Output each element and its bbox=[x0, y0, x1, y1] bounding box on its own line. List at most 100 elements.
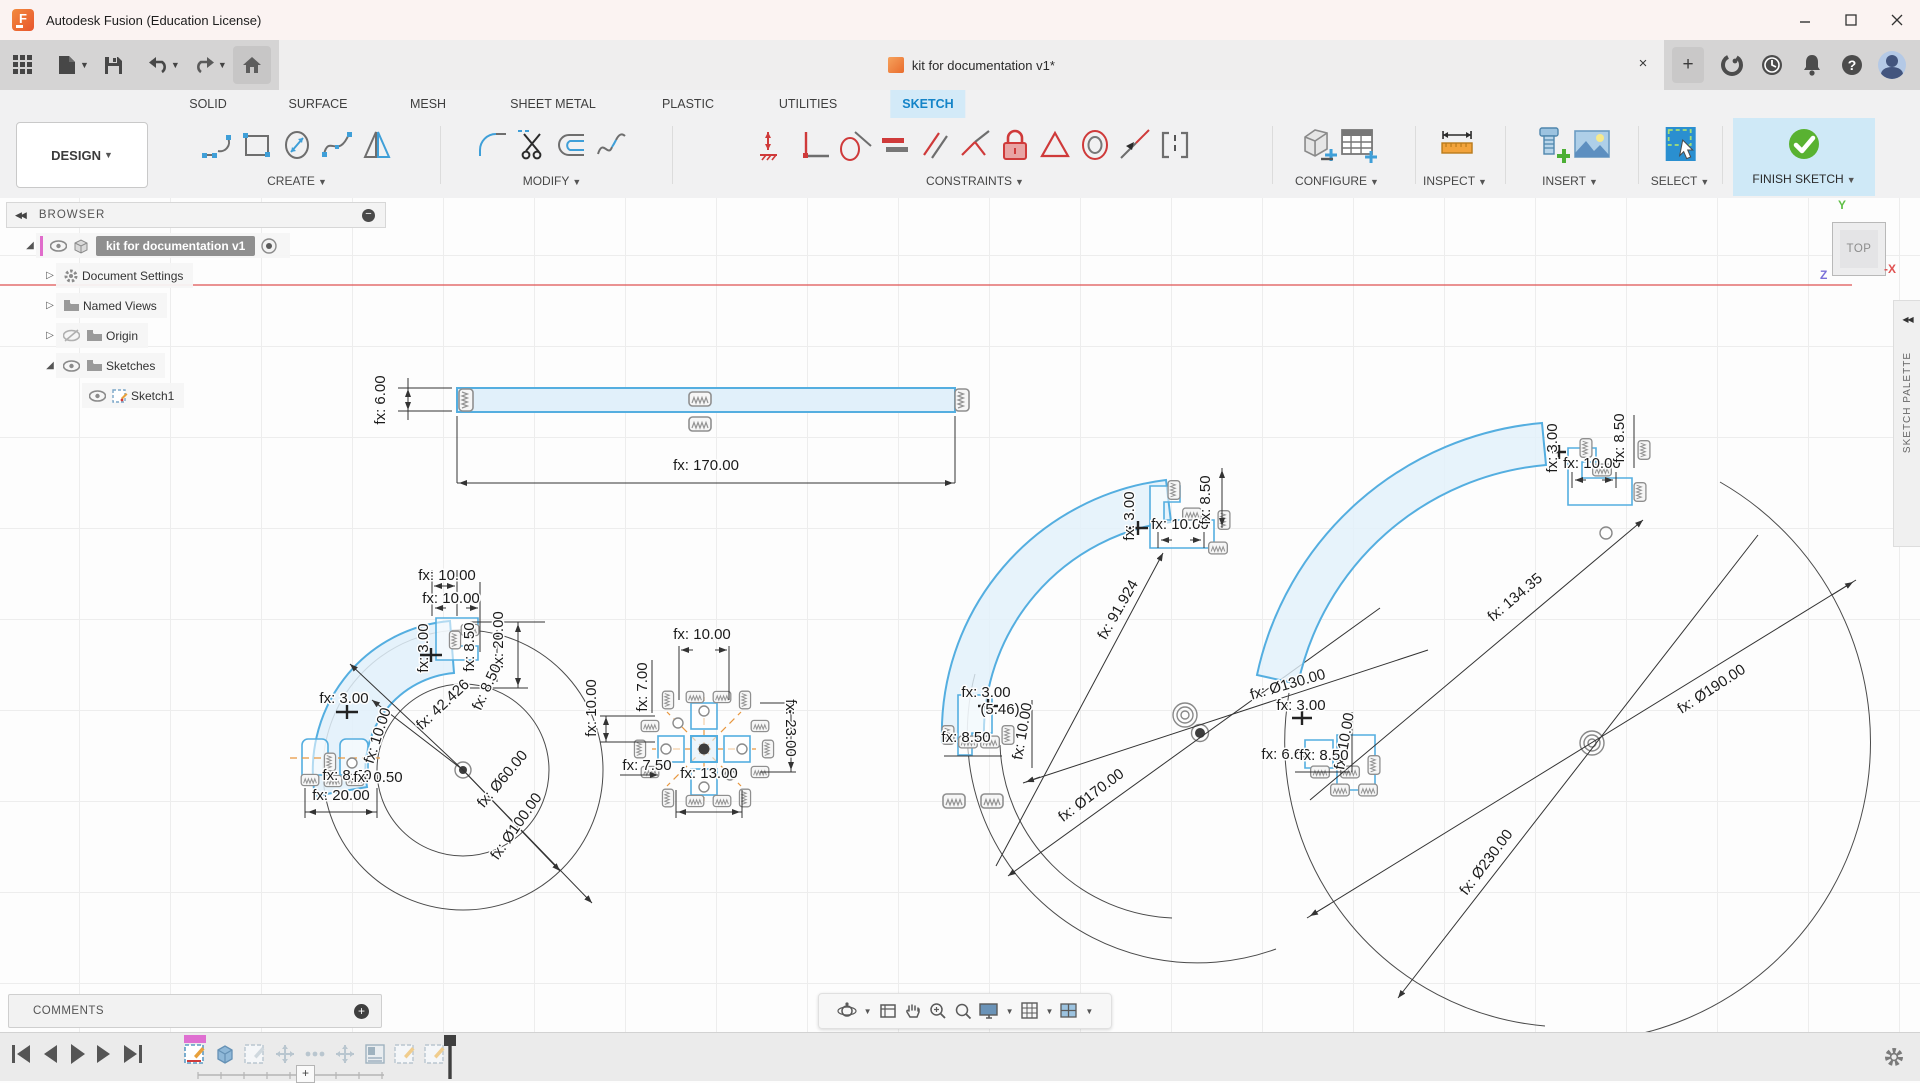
spline-tool-icon[interactable] bbox=[317, 125, 357, 165]
equal-constraint-icon[interactable] bbox=[875, 125, 915, 165]
fillet-tool-icon[interactable] bbox=[472, 125, 512, 165]
insert-image-icon[interactable] bbox=[1570, 125, 1610, 165]
redo-button[interactable] bbox=[188, 48, 222, 82]
timeline-feature-move[interactable] bbox=[274, 1043, 296, 1065]
browser-item-sketches[interactable]: ◢ Sketches bbox=[44, 353, 386, 378]
expand-triangle-icon[interactable]: ◢ bbox=[24, 240, 36, 251]
chevron-down-icon[interactable]: ▼ bbox=[1006, 1007, 1014, 1016]
break-tool-icon[interactable] bbox=[592, 125, 632, 165]
orbit-icon[interactable] bbox=[837, 1001, 857, 1021]
tab-plastic[interactable]: PLASTIC bbox=[650, 90, 726, 118]
coincident-constraint-icon[interactable] bbox=[955, 125, 995, 165]
new-tab-button[interactable]: + bbox=[1672, 47, 1704, 83]
skip-to-end-button[interactable] bbox=[122, 1041, 144, 1072]
extensions-icon[interactable] bbox=[1712, 45, 1752, 85]
sketch-palette-panel[interactable]: ◀◀ SKETCH PALETTE bbox=[1893, 300, 1920, 547]
tab-mesh[interactable]: MESH bbox=[398, 90, 458, 118]
chevron-down-icon[interactable]: ▼ bbox=[171, 60, 180, 70]
collapsed-triangle-icon[interactable]: ▷ bbox=[44, 300, 56, 311]
chevron-down-icon[interactable]: ▼ bbox=[864, 1007, 872, 1016]
app-grid-icon[interactable] bbox=[6, 48, 40, 82]
finish-sketch-button[interactable]: FINISH SKETCH▼ bbox=[1733, 118, 1875, 196]
chevron-down-icon[interactable]: ▼ bbox=[80, 60, 89, 70]
help-icon[interactable]: ? bbox=[1832, 45, 1872, 85]
group-label[interactable]: SELECT bbox=[1651, 174, 1698, 188]
eye-hidden-icon[interactable] bbox=[63, 329, 80, 342]
minimize-browser-icon[interactable]: − bbox=[362, 209, 375, 222]
workspace-selector[interactable]: DESIGN▼ bbox=[16, 122, 148, 188]
look-at-icon[interactable] bbox=[879, 1002, 897, 1020]
tab-utilities[interactable]: UTILITIES bbox=[767, 90, 849, 118]
rectangle-tool-icon[interactable] bbox=[237, 125, 277, 165]
profile-avatar[interactable] bbox=[1878, 51, 1906, 79]
skip-to-start-button[interactable] bbox=[10, 1041, 32, 1072]
collapse-panel-icon[interactable]: ◀◀ bbox=[15, 210, 25, 221]
browser-header[interactable]: ◀◀ BROWSER − bbox=[6, 202, 386, 228]
chevron-down-icon[interactable]: ▼ bbox=[1085, 1007, 1093, 1016]
display-settings-icon[interactable] bbox=[979, 1002, 999, 1020]
collapsed-triangle-icon[interactable]: ▷ bbox=[44, 330, 56, 341]
root-component-name[interactable]: kit for documentation v1 bbox=[96, 236, 255, 256]
browser-root-row[interactable]: ◢ kit for documentation v1 bbox=[24, 233, 386, 258]
add-comment-icon[interactable]: + bbox=[354, 1004, 369, 1019]
tangent-constraint-icon[interactable] bbox=[835, 125, 875, 165]
perpendicular-constraint-icon[interactable] bbox=[795, 125, 835, 165]
activate-radio-icon[interactable] bbox=[261, 238, 277, 254]
job-status-icon[interactable] bbox=[1752, 45, 1792, 85]
group-label[interactable]: CONFIGURE bbox=[1295, 174, 1367, 188]
minimize-button[interactable] bbox=[1782, 0, 1828, 40]
browser-item-document-settings[interactable]: ▷ Document Settings bbox=[44, 263, 386, 288]
sketch-dimension-icon[interactable] bbox=[755, 125, 795, 165]
expand-panel-icon[interactable]: ◀◀ bbox=[1894, 315, 1920, 324]
timeline-feature-sketch[interactable] bbox=[394, 1043, 416, 1065]
viewports-icon[interactable] bbox=[1060, 1003, 1078, 1019]
timeline-feature-move[interactable] bbox=[334, 1043, 356, 1065]
line-tool-icon[interactable] bbox=[197, 125, 237, 165]
timeline-feature-sketch[interactable] bbox=[244, 1043, 266, 1065]
eye-visible-icon[interactable] bbox=[89, 390, 106, 402]
tab-close-icon[interactable]: × bbox=[1632, 53, 1654, 75]
browser-item-sketch1[interactable]: Sketch1 bbox=[82, 383, 386, 408]
tab-surface[interactable]: SURFACE bbox=[276, 90, 359, 118]
pan-hand-icon[interactable] bbox=[904, 1002, 922, 1020]
browser-item-named-views[interactable]: ▷ Named Views bbox=[44, 293, 386, 318]
home-button[interactable] bbox=[233, 46, 271, 84]
concentric-constraint-icon[interactable] bbox=[1075, 125, 1115, 165]
fit-view-icon[interactable] bbox=[954, 1002, 972, 1020]
timeline-playhead[interactable] bbox=[442, 1035, 458, 1081]
group-label[interactable]: CREATE bbox=[267, 174, 315, 188]
fix-constraint-icon[interactable] bbox=[1035, 125, 1075, 165]
step-back-button[interactable] bbox=[41, 1041, 59, 1072]
timeline-feature-pattern[interactable] bbox=[304, 1043, 326, 1065]
timeline-feature-extrude[interactable] bbox=[214, 1043, 236, 1065]
configure-cube-icon[interactable] bbox=[1297, 125, 1337, 165]
settings-gear-icon[interactable] bbox=[1884, 1047, 1904, 1072]
circle-tool-icon[interactable] bbox=[277, 125, 317, 165]
viewcube[interactable]: TOP bbox=[1832, 222, 1886, 276]
symmetry-constraint-icon[interactable] bbox=[1155, 125, 1195, 165]
chevron-down-icon[interactable]: ▼ bbox=[1046, 1007, 1054, 1016]
tab-sheet-metal[interactable]: SHEET METAL bbox=[498, 90, 608, 118]
save-button[interactable] bbox=[97, 48, 131, 82]
insert-fastener-icon[interactable] bbox=[1530, 125, 1570, 165]
grid-settings-icon[interactable] bbox=[1021, 1002, 1039, 1020]
comments-bar[interactable]: COMMENTS + bbox=[8, 994, 382, 1028]
group-label[interactable]: MODIFY bbox=[523, 174, 570, 188]
timeline-feature-sketch-active[interactable] bbox=[184, 1043, 206, 1065]
chevron-down-icon[interactable]: ▼ bbox=[218, 60, 227, 70]
step-forward-button[interactable] bbox=[95, 1041, 113, 1072]
group-label[interactable]: INSERT bbox=[1542, 174, 1586, 188]
browser-item-origin[interactable]: ▷ Origin bbox=[44, 323, 386, 348]
zoom-icon[interactable] bbox=[929, 1002, 947, 1020]
timeline-position-handle[interactable]: + bbox=[296, 1065, 315, 1083]
timeline-feature-layout[interactable] bbox=[364, 1043, 386, 1065]
expand-triangle-icon[interactable]: ◢ bbox=[44, 360, 56, 371]
configure-table-icon[interactable] bbox=[1337, 125, 1377, 165]
select-tool-icon[interactable] bbox=[1660, 125, 1700, 165]
group-label[interactable]: INSPECT bbox=[1423, 174, 1475, 188]
collapsed-triangle-icon[interactable]: ▷ bbox=[44, 270, 56, 281]
close-button[interactable] bbox=[1874, 0, 1920, 40]
tab-solid[interactable]: SOLID bbox=[177, 90, 239, 118]
measure-tool-icon[interactable] bbox=[1435, 125, 1475, 165]
offset-tool-icon[interactable] bbox=[552, 125, 592, 165]
